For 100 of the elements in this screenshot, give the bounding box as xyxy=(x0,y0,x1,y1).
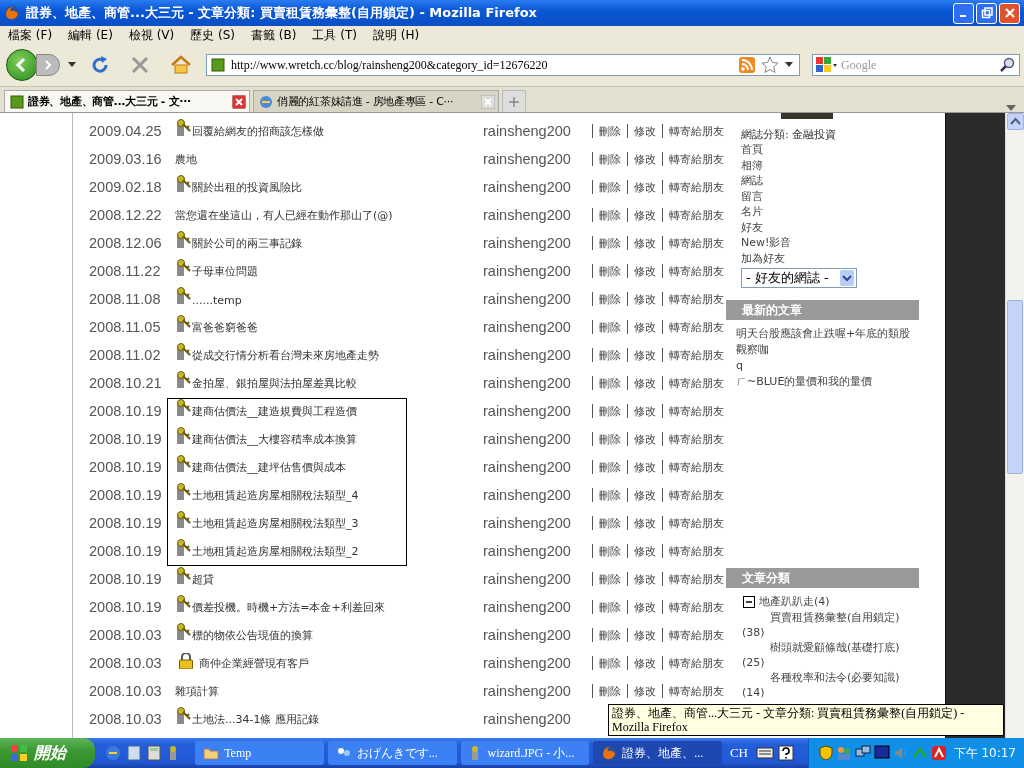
menu-item[interactable]: 歷史 (S) xyxy=(190,26,236,44)
author-link[interactable]: rainsheng200 xyxy=(483,683,571,699)
restore-icon[interactable] xyxy=(980,7,993,19)
action-link[interactable]: 刪除 xyxy=(599,404,621,419)
plus-icon[interactable] xyxy=(509,96,519,107)
action-link[interactable]: 修改 xyxy=(634,432,656,447)
author-link[interactable]: rainsheng200 xyxy=(483,179,571,195)
action-link[interactable]: 轉寄給朋友 xyxy=(669,404,724,419)
author-link[interactable]: rainsheng200 xyxy=(483,347,571,363)
browser-tab[interactable]: 證券、地產、商管...大三元 - 文··· xyxy=(4,90,250,112)
latest-article-link[interactable]: q xyxy=(736,358,916,374)
action-link[interactable]: 轉寄給朋友 xyxy=(669,488,724,503)
action-link[interactable]: 轉寄給朋友 xyxy=(669,320,724,335)
action-link[interactable]: 轉寄給朋友 xyxy=(669,516,724,531)
document-icon[interactable] xyxy=(127,745,142,761)
article-title-link[interactable]: 土地法...34-1條 應用記錄 xyxy=(192,712,319,727)
author-link[interactable]: rainsheng200 xyxy=(483,487,571,503)
article-title-link[interactable]: 建商估價法__建造規費與工程造價 xyxy=(192,404,357,419)
sidebar-link[interactable]: New!影音 xyxy=(741,235,792,251)
action-link[interactable]: 刪除 xyxy=(599,600,621,615)
article-title-link[interactable]: 回覆給網友的招商該怎樣做 xyxy=(192,124,324,139)
action-link[interactable]: 修改 xyxy=(634,628,656,643)
help-icon[interactable] xyxy=(777,745,794,761)
shield-icon[interactable] xyxy=(818,745,833,761)
action-link[interactable]: 轉寄給朋友 xyxy=(669,544,724,559)
action-link[interactable]: 轉寄給朋友 xyxy=(669,684,724,699)
action-link[interactable]: 轉寄給朋友 xyxy=(669,152,724,167)
action-link[interactable]: 刪除 xyxy=(599,292,621,307)
action-link[interactable]: 轉寄給朋友 xyxy=(669,348,724,363)
author-link[interactable]: rainsheng200 xyxy=(483,459,571,475)
search-icon[interactable] xyxy=(999,57,1015,73)
author-link[interactable]: rainsheng200 xyxy=(483,123,571,139)
windows-logo-icon[interactable] xyxy=(10,744,28,762)
close-tab-icon[interactable] xyxy=(232,94,246,109)
author-link[interactable]: rainsheng200 xyxy=(483,571,571,587)
article-title-link[interactable]: 商仲企業經營現有客戶 xyxy=(199,656,309,671)
action-link[interactable]: 轉寄給朋友 xyxy=(669,600,724,615)
action-link[interactable]: 轉寄給朋友 xyxy=(669,432,724,447)
action-link[interactable]: 刪除 xyxy=(599,124,621,139)
browser-icon[interactable] xyxy=(105,745,122,761)
vertical-scrollbar[interactable] xyxy=(1005,113,1024,738)
action-link[interactable]: 轉寄給朋友 xyxy=(669,376,724,391)
action-link[interactable]: 刪除 xyxy=(599,684,621,699)
calculator-icon[interactable] xyxy=(147,745,162,761)
action-link[interactable]: 刪除 xyxy=(599,516,621,531)
article-title-link[interactable]: 當您還在坐這山，有人已經在動作那山了(@) xyxy=(175,208,393,223)
back-button[interactable] xyxy=(6,49,38,81)
action-link[interactable]: 修改 xyxy=(634,572,656,587)
friends-blog-dropdown[interactable]: - 好友的網誌 - xyxy=(741,268,857,288)
browser-logo-icon[interactable] xyxy=(601,745,618,761)
author-link[interactable]: rainsheng200 xyxy=(483,655,571,671)
menu-item[interactable]: 書籤 (B) xyxy=(251,26,297,44)
author-link[interactable]: rainsheng200 xyxy=(483,263,571,279)
article-title-link[interactable]: 關於出租的投資風險比 xyxy=(192,180,302,195)
start-button[interactable]: 開始 xyxy=(0,738,96,768)
action-link[interactable]: 修改 xyxy=(634,292,656,307)
action-link[interactable]: 修改 xyxy=(634,124,656,139)
action-link[interactable]: 修改 xyxy=(634,264,656,279)
address-bar[interactable]: http://www.wretch.cc/blog/rainsheng200&category_id=12676220 xyxy=(206,54,800,76)
author-link[interactable]: rainsheng200 xyxy=(483,515,571,531)
sidebar-link[interactable]: 首頁 xyxy=(741,142,763,158)
article-title-link[interactable]: 關於公司的兩三事記錄 xyxy=(192,236,302,251)
article-title-link[interactable]: 標的物依公告現值的換算 xyxy=(192,628,313,643)
action-link[interactable]: 修改 xyxy=(634,404,656,419)
action-link[interactable]: 刪除 xyxy=(599,376,621,391)
action-link[interactable]: 刪除 xyxy=(599,180,621,195)
action-link[interactable]: 刪除 xyxy=(599,544,621,559)
scrollbar-thumb[interactable] xyxy=(1007,300,1023,474)
sidebar-link[interactable]: 名片 xyxy=(741,204,763,220)
home-icon[interactable] xyxy=(170,55,192,75)
taskbar-button[interactable]: wizard.JPG - 小... xyxy=(460,741,590,765)
stop-icon[interactable] xyxy=(130,55,150,75)
action-link[interactable]: 修改 xyxy=(634,544,656,559)
action-link[interactable]: 修改 xyxy=(634,488,656,503)
menu-item[interactable]: 編輯 (E) xyxy=(68,26,113,44)
browser-tab[interactable]: 俏麗的紅茶妹請進 - 房地產專區 - C··· xyxy=(253,90,499,112)
author-link[interactable]: rainsheng200 xyxy=(483,599,571,615)
action-link[interactable]: 轉寄給朋友 xyxy=(669,236,724,251)
dropdown-caret-icon[interactable] xyxy=(785,62,793,68)
action-link[interactable]: 修改 xyxy=(634,376,656,391)
monitor-icon[interactable] xyxy=(873,745,890,761)
keyboard-icon[interactable] xyxy=(756,746,774,760)
rss-feed-icon[interactable] xyxy=(739,57,755,73)
action-link[interactable]: 刪除 xyxy=(599,460,621,475)
menu-item[interactable]: 工具 (T) xyxy=(312,26,357,44)
action-link[interactable]: 修改 xyxy=(634,320,656,335)
author-link[interactable]: rainsheng200 xyxy=(483,291,571,307)
collapse-icon[interactable] xyxy=(743,596,755,608)
action-link[interactable]: 刪除 xyxy=(599,236,621,251)
forward-button[interactable] xyxy=(36,54,60,76)
action-link[interactable]: 轉寄給朋友 xyxy=(669,292,724,307)
action-link[interactable]: 刪除 xyxy=(599,488,621,503)
latest-article-link[interactable]: ㄏ~BLUE的量價和我的量價 xyxy=(736,374,916,390)
category-link[interactable]: 買賣租賃務彙整(自用鎖定) xyxy=(743,610,900,625)
action-link[interactable]: 轉寄給朋友 xyxy=(669,264,724,279)
article-title-link[interactable]: 土地租賃起造房屋相關稅法類型_4 xyxy=(192,488,359,503)
antivirus-icon[interactable] xyxy=(930,745,947,761)
dropdown-caret-icon[interactable] xyxy=(68,62,76,68)
action-link[interactable]: 修改 xyxy=(634,348,656,363)
maximize-button[interactable] xyxy=(976,2,997,24)
